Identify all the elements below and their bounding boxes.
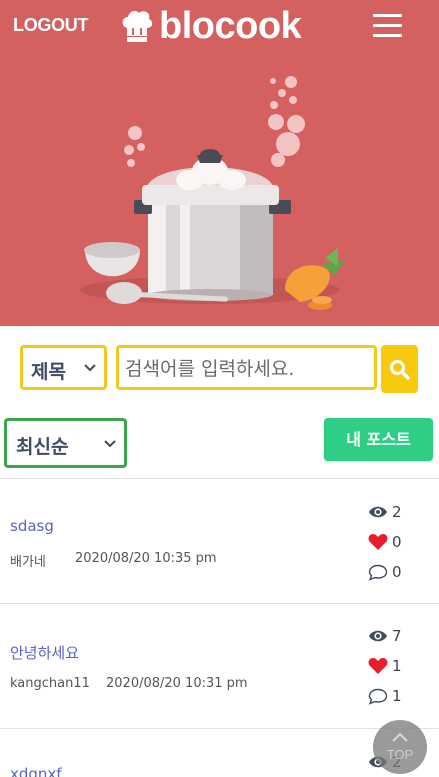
menu-icon[interactable] <box>372 12 404 40</box>
heart-icon <box>368 658 388 674</box>
chef-hat-icon <box>122 10 153 42</box>
top-button-label: TOP <box>386 747 414 762</box>
list-item: sdasg 배가네 2020/08/20 10:35 pm 2 0 0 <box>0 479 439 603</box>
eye-icon <box>369 506 387 518</box>
post-title[interactable]: sdasg <box>10 517 54 535</box>
scroll-to-top-button[interactable]: TOP <box>373 720 427 774</box>
view-count-value: 7 <box>392 627 402 645</box>
like-count-value: 1 <box>392 657 402 675</box>
list-item: 안녕하세요 kangchan11 2020/08/20 10:31 pm 7 1… <box>0 604 439 728</box>
view-count: 7 <box>368 626 402 646</box>
like-count[interactable]: 1 <box>368 656 402 676</box>
chevron-up-icon <box>392 732 408 742</box>
hero-banner: LOGOUT blocook <box>0 0 439 326</box>
search-icon <box>390 360 410 380</box>
search-box <box>116 345 377 390</box>
view-count-value: 2 <box>392 503 402 521</box>
comment-icon <box>368 564 388 581</box>
heart-icon <box>368 534 388 550</box>
comment-count-value: 0 <box>392 563 402 581</box>
post-title[interactable]: xdgnxf <box>10 765 62 777</box>
eye-icon <box>369 630 387 642</box>
search-button[interactable] <box>381 345 418 393</box>
logout-button[interactable]: LOGOUT <box>13 15 89 36</box>
like-count[interactable]: 0 <box>368 532 402 552</box>
brand-logo[interactable]: blocook <box>121 5 302 47</box>
comment-count-value: 1 <box>392 687 402 705</box>
post-date: 2020/08/20 10:31 pm <box>106 676 248 691</box>
like-count-value: 0 <box>392 533 402 551</box>
comment-count: 0 <box>368 562 402 582</box>
search-input[interactable] <box>123 354 375 384</box>
view-count: 2 <box>368 502 402 522</box>
chevron-down-icon <box>84 364 96 372</box>
my-posts-button[interactable]: 내 포스트 <box>324 418 433 461</box>
chevron-down-icon <box>104 440 116 448</box>
comment-icon <box>368 688 388 705</box>
sort-selected: 최신순 <box>16 436 69 458</box>
brand-name: blocook <box>159 5 302 47</box>
post-title[interactable]: 안녕하세요 <box>10 642 79 663</box>
search-field-select[interactable]: 제목 <box>20 345 107 390</box>
sort-select[interactable]: 최신순 <box>4 418 127 468</box>
search-field-selected: 제목 <box>31 361 66 383</box>
post-author: 배가네 <box>10 555 46 570</box>
post-date: 2020/08/20 10:35 pm <box>75 551 217 566</box>
cooking-pot-illustration <box>80 76 345 310</box>
comment-count: 1 <box>368 686 402 706</box>
post-author: kangchan11 <box>10 676 90 691</box>
